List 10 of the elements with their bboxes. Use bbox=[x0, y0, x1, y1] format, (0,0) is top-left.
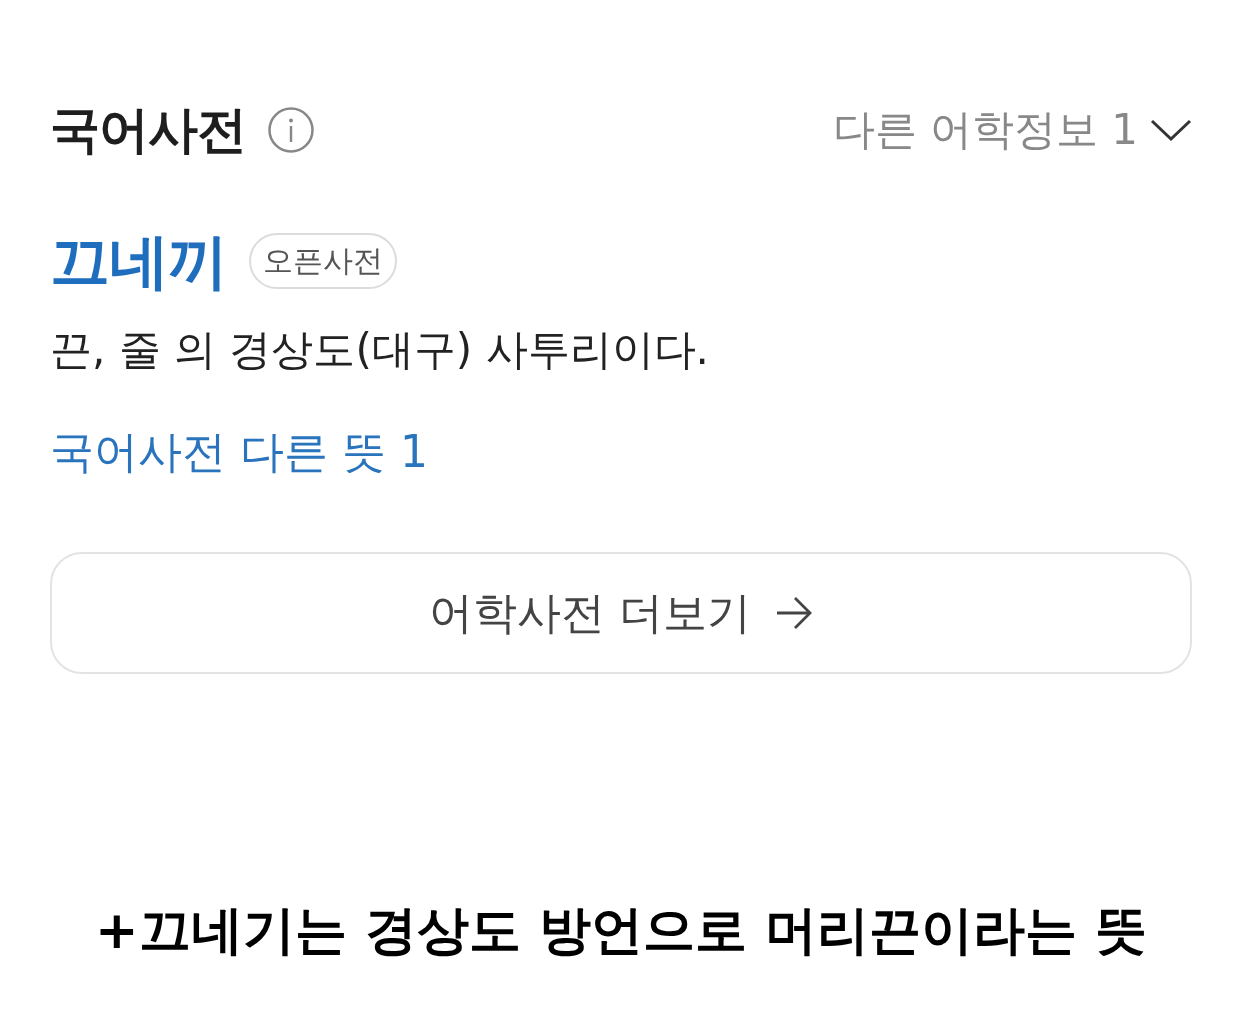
other-meanings-link[interactable]: 국어사전 다른 뜻 1 bbox=[50, 424, 428, 480]
other-info-dropdown[interactable]: 다른 어학정보 1 bbox=[832, 105, 1192, 155]
chevron-down-icon bbox=[1150, 118, 1192, 142]
caption-text: +끄네기는 경상도 방언으로 머리끈이라는 뜻 bbox=[95, 899, 1147, 962]
definition-text: 끈, 줄 의 경상도(대구) 사투리이다. bbox=[50, 324, 709, 376]
more-dictionary-button[interactable]: 어학사전 더보기 bbox=[50, 552, 1192, 674]
info-icon[interactable] bbox=[268, 107, 314, 153]
section-title: 국어사전 bbox=[50, 100, 246, 160]
source-badge: 오픈사전 bbox=[249, 233, 397, 289]
headword-link[interactable]: 끄네끼 bbox=[50, 226, 227, 296]
